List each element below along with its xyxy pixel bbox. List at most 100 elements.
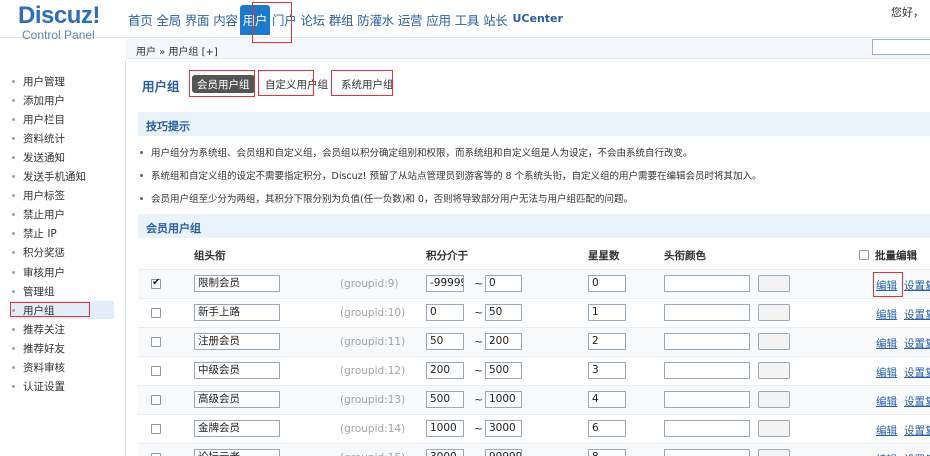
stars-input[interactable]: 0 — [588, 275, 626, 292]
batch-edit-checkbox[interactable] — [859, 250, 869, 260]
nav-tab[interactable]: 运营 — [396, 5, 424, 35]
credits-low-input[interactable]: 1000 — [426, 420, 464, 437]
sidebar-item[interactable]: 推荐关注 — [12, 320, 65, 338]
nav-tab[interactable]: 工具 — [453, 5, 481, 35]
credits-high-input[interactable]: 200 — [485, 333, 522, 350]
title-color-input[interactable] — [664, 362, 750, 379]
title-color-input[interactable] — [664, 275, 750, 292]
group-title-input[interactable]: 金牌会员 — [194, 420, 280, 437]
edit-link[interactable]: 编辑 — [876, 278, 897, 293]
group-title-input[interactable]: 限制会员 — [194, 275, 280, 292]
tab-custom-groups[interactable]: 自定义用户组 — [260, 75, 333, 93]
sidebar-item[interactable]: 认证设置 — [12, 378, 65, 396]
sidebar-item[interactable]: 用户标签 — [12, 187, 65, 205]
sidebar-item[interactable]: 资料审核 — [12, 359, 65, 377]
row-checkbox[interactable] — [151, 277, 161, 289]
nav-tab[interactable]: UCenter — [510, 5, 564, 35]
nav-tab[interactable]: 群组 — [327, 5, 355, 35]
settings-link[interactable]: 设置复 — [904, 278, 930, 293]
group-title-input[interactable]: 论坛元老 — [194, 449, 280, 456]
sidebar-item[interactable]: 用户组 — [10, 301, 114, 320]
title-color-input[interactable] — [664, 420, 750, 437]
tab-member-groups[interactable]: 会员用户组 — [192, 75, 255, 93]
stars-input[interactable]: 3 — [588, 362, 626, 379]
nav-tab[interactable]: 站长 — [481, 5, 509, 35]
sidebar-item[interactable]: 积分奖惩 — [12, 244, 65, 262]
color-picker-button[interactable] — [758, 420, 790, 437]
color-picker-button[interactable] — [758, 333, 790, 350]
credits-high-input[interactable]: 500 — [485, 362, 522, 379]
color-picker-button[interactable] — [758, 449, 790, 456]
title-color-input[interactable] — [664, 391, 750, 408]
edit-link[interactable]: 编辑 — [876, 365, 897, 380]
row-checkbox[interactable] — [151, 308, 161, 318]
credits-low-input[interactable]: 3000 — [426, 449, 464, 456]
search-input[interactable] — [872, 39, 930, 55]
tab-system-groups[interactable]: 系统用户组 — [336, 75, 399, 93]
credits-low-input[interactable]: 0 — [426, 304, 464, 321]
stars-input[interactable]: 1 — [588, 304, 626, 321]
title-color-input[interactable] — [664, 449, 750, 456]
row-checkbox[interactable] — [151, 395, 161, 405]
group-title-input[interactable]: 新手上路 — [194, 304, 280, 321]
discuz-logo[interactable]: Discuz! Control Panel — [18, 4, 128, 43]
sidebar-item[interactable]: 禁止用户 — [12, 206, 65, 224]
nav-tab[interactable]: 用户 — [239, 5, 271, 35]
settings-link[interactable]: 设置复 — [904, 394, 930, 409]
nav-tab[interactable]: 论坛 — [298, 5, 326, 35]
settings-link[interactable]: 设置复 — [904, 423, 930, 438]
sidebar-item[interactable]: 禁止 IP — [12, 225, 57, 243]
color-picker-button[interactable] — [758, 362, 790, 379]
sidebar-item[interactable]: 发送手机通知 — [12, 168, 86, 186]
stars-input[interactable]: 6 — [588, 420, 626, 437]
sidebar-item[interactable]: 添加用户 — [12, 91, 65, 109]
edit-link[interactable]: 编辑 — [876, 336, 897, 351]
sidebar-item[interactable]: 管理组 — [12, 282, 55, 300]
row-checkbox[interactable] — [151, 366, 161, 376]
col-batch-edit[interactable]: 批量编辑 — [875, 248, 917, 263]
sidebar-item[interactable]: 用户管理 — [12, 72, 65, 90]
credits-high-input[interactable]: 3000 — [485, 420, 522, 437]
edit-link[interactable]: 编辑 — [876, 394, 897, 409]
credits-low-input[interactable]: -99999 — [426, 275, 464, 292]
title-color-input[interactable] — [664, 333, 750, 350]
credits-low-input[interactable]: 200 — [426, 362, 464, 379]
settings-link[interactable]: 设置复 — [904, 336, 930, 351]
nav-tab[interactable]: 内容 — [211, 5, 239, 35]
credits-low-input[interactable]: 50 — [426, 333, 464, 350]
row-checkbox[interactable] — [151, 337, 161, 347]
credits-high-input[interactable]: 0 — [485, 275, 522, 292]
sidebar-item[interactable]: 用户栏目 — [12, 110, 65, 128]
nav-tab[interactable]: 门户 — [270, 5, 298, 35]
nav-tab[interactable]: 首页 — [126, 5, 154, 35]
edit-link[interactable]: 编辑 — [876, 452, 897, 456]
stars-input[interactable]: 8 — [588, 449, 626, 456]
sidebar-item[interactable]: 推荐好友 — [12, 339, 65, 357]
color-picker-button[interactable] — [758, 391, 790, 408]
settings-link[interactable]: 设置复 — [904, 452, 930, 456]
credits-high-input[interactable]: 1000 — [485, 391, 522, 408]
nav-tab[interactable]: 全局 — [154, 5, 182, 35]
settings-link[interactable]: 设置复 — [904, 307, 930, 322]
sidebar-item[interactable]: 资料统计 — [12, 129, 65, 147]
credits-low-input[interactable]: 500 — [426, 391, 464, 408]
credits-high-input[interactable]: 50 — [485, 304, 522, 321]
nav-tab[interactable]: 防灌水 — [355, 5, 396, 35]
edit-link[interactable]: 编辑 — [876, 423, 897, 438]
sidebar-item[interactable]: 发送通知 — [12, 148, 65, 166]
stars-input[interactable]: 4 — [588, 391, 626, 408]
sidebar-item[interactable]: 审核用户 — [12, 263, 65, 281]
group-title-input[interactable]: 高级会员 — [194, 391, 280, 408]
edit-link[interactable]: 编辑 — [876, 307, 897, 322]
stars-input[interactable]: 2 — [588, 333, 626, 350]
row-checkbox[interactable] — [151, 424, 161, 434]
color-picker-button[interactable] — [758, 304, 790, 321]
color-picker-button[interactable] — [758, 275, 790, 292]
settings-link[interactable]: 设置复 — [904, 365, 930, 380]
nav-tab[interactable]: 界面 — [183, 5, 211, 35]
title-color-input[interactable] — [664, 304, 750, 321]
nav-tab[interactable]: 应用 — [424, 5, 452, 35]
group-title-input[interactable]: 中级会员 — [194, 362, 280, 379]
credits-high-input[interactable]: 99999 — [485, 449, 522, 456]
group-title-input[interactable]: 注册会员 — [194, 333, 280, 350]
